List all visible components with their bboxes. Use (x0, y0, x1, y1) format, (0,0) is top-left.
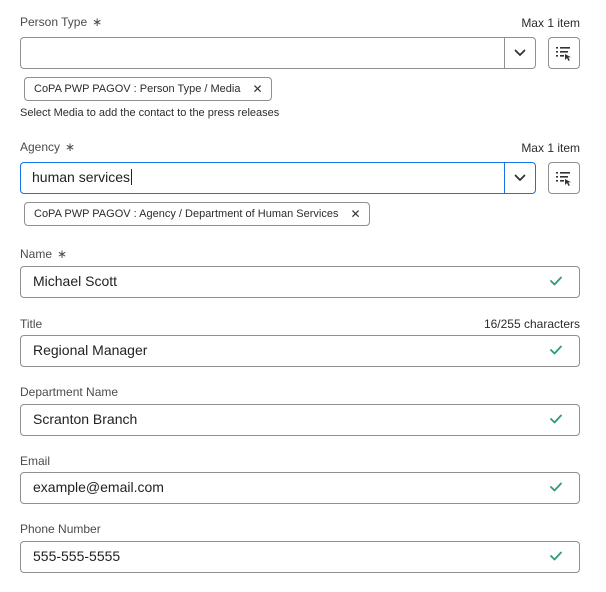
name-label: Name ∗ (20, 247, 68, 261)
title-input[interactable]: Regional Manager (33, 342, 147, 358)
phone-input[interactable]: 555-555-5555 (33, 548, 120, 564)
department-input[interactable]: Scranton Branch (33, 411, 137, 427)
list-picker-icon (556, 47, 571, 61)
agency-input[interactable]: human services (32, 169, 133, 185)
person-type-label: Person Type ∗ (20, 15, 103, 29)
department-field[interactable]: Scranton Branch (20, 404, 580, 436)
checkmark-icon (550, 414, 562, 424)
name-input[interactable]: Michael Scott (33, 273, 117, 289)
list-picker-icon (556, 172, 571, 186)
person-type-dropdown-button[interactable] (504, 38, 535, 68)
chevron-down-icon (514, 174, 526, 181)
checkmark-icon (550, 345, 562, 355)
chevron-down-icon (514, 49, 526, 56)
agency-max-items: Max 1 item (521, 141, 580, 155)
title-char-count: 16/255 characters (483, 317, 580, 331)
text-cursor (131, 169, 133, 185)
person-type-help-text: Select Media to add the contact to the p… (20, 107, 280, 119)
required-marker: ∗ (92, 15, 103, 29)
person-type-picker-button[interactable] (548, 37, 580, 69)
agency-dropdown-button[interactable] (504, 163, 535, 193)
person-type-combobox[interactable] (20, 37, 536, 69)
tag-label: CoPA PWP PAGOV : Person Type / Media (34, 83, 241, 95)
checkmark-icon (550, 482, 562, 492)
email-field[interactable]: example@email.com (20, 472, 580, 504)
agency-tag: CoPA PWP PAGOV : Agency / Department of … (24, 202, 370, 226)
person-type-max-items: Max 1 item (521, 16, 580, 30)
title-field[interactable]: Regional Manager (20, 335, 580, 367)
tag-label: CoPA PWP PAGOV : Agency / Department of … (34, 208, 339, 220)
close-icon[interactable]: ✕ (252, 83, 262, 95)
title-label: Title (20, 317, 43, 331)
agency-label: Agency ∗ (20, 140, 76, 154)
phone-field[interactable]: 555-555-5555 (20, 541, 580, 573)
required-marker: ∗ (57, 247, 68, 261)
phone-label: Phone Number (20, 522, 101, 536)
checkmark-icon (550, 551, 562, 561)
person-type-tag: CoPA PWP PAGOV : Person Type / Media ✕ (24, 77, 272, 101)
email-label: Email (20, 454, 51, 468)
agency-picker-button[interactable] (548, 162, 580, 194)
email-input[interactable]: example@email.com (33, 479, 164, 495)
checkmark-icon (550, 276, 562, 286)
required-marker: ∗ (65, 140, 76, 154)
agency-combobox[interactable]: human services (20, 162, 536, 194)
department-label: Department Name (20, 385, 119, 399)
name-field[interactable]: Michael Scott (20, 266, 580, 298)
close-icon[interactable]: ✕ (350, 208, 360, 220)
